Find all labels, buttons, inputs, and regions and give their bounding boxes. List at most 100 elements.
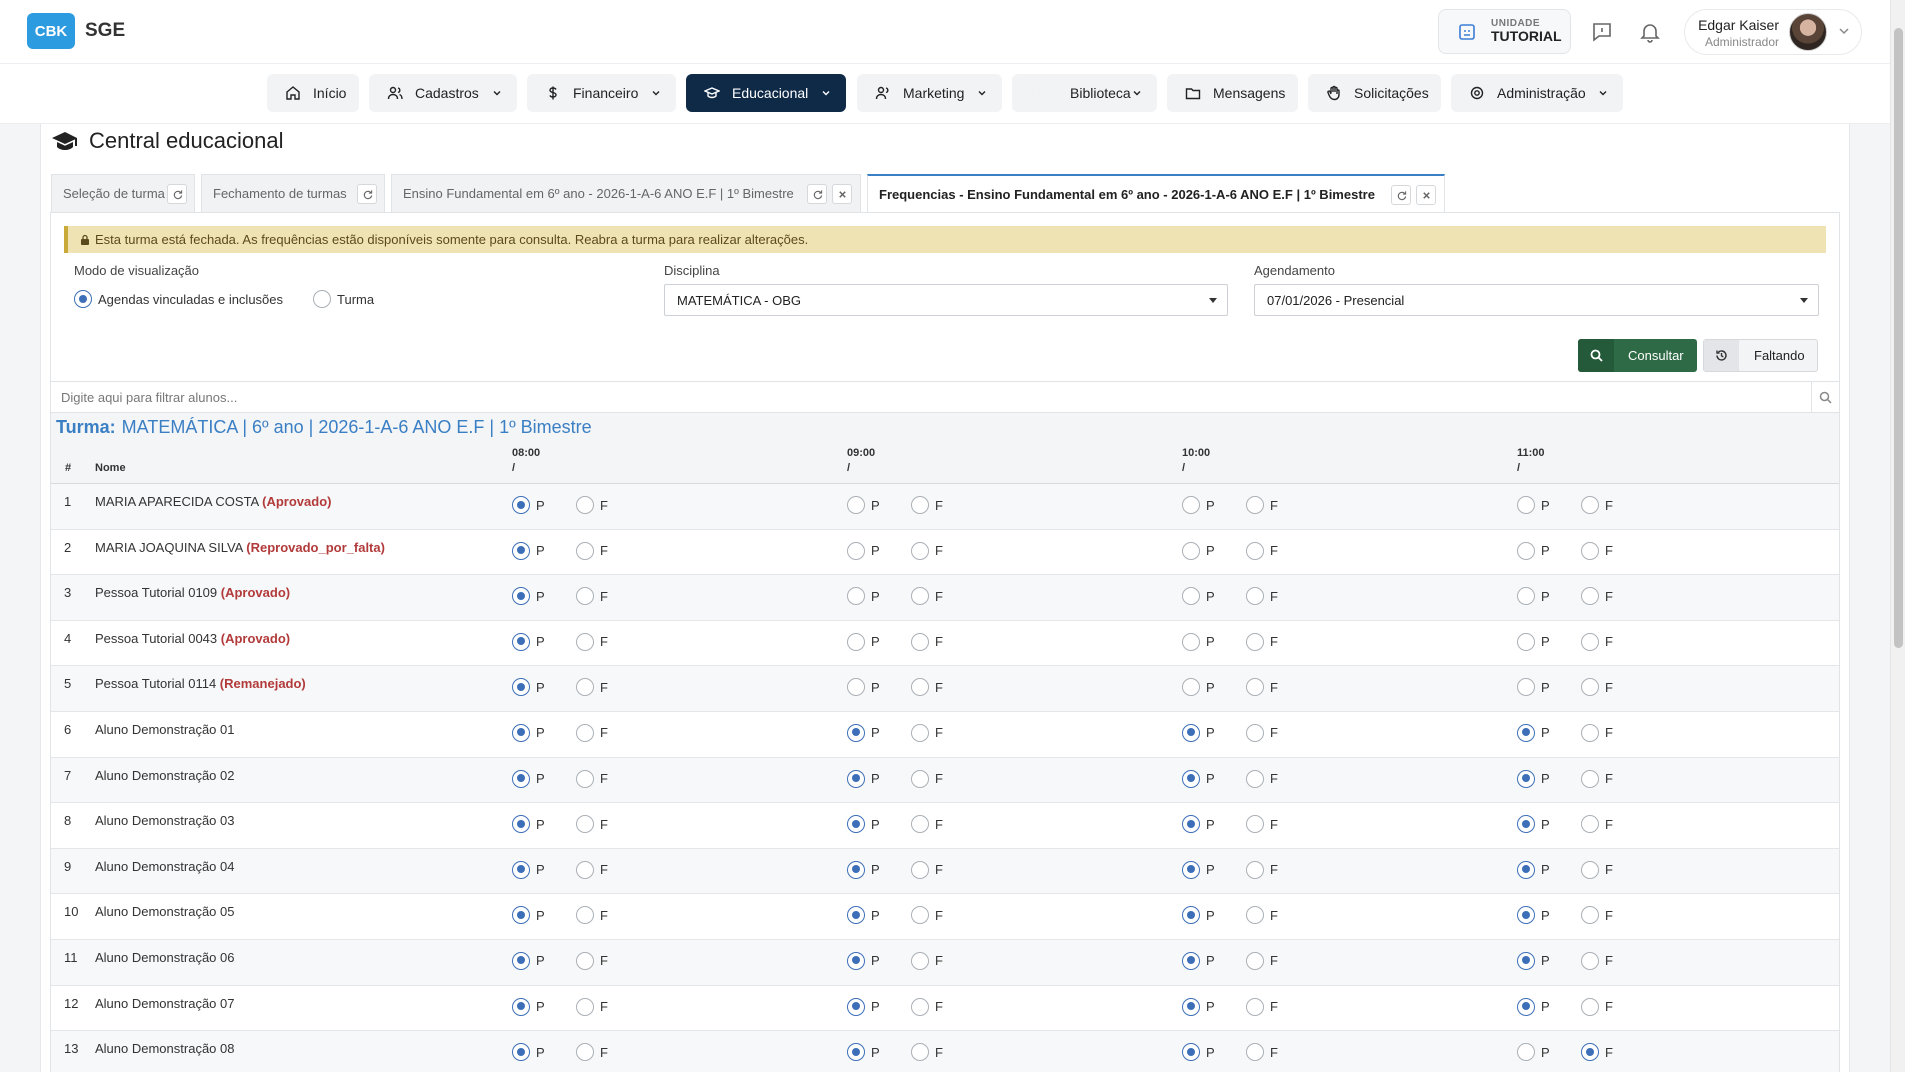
absent-option[interactable]: F: [1581, 815, 1613, 834]
radio-button[interactable]: [1517, 815, 1535, 834]
absent-option[interactable]: F: [1246, 541, 1278, 560]
radio-button[interactable]: [512, 815, 530, 834]
radio-button[interactable]: [1246, 769, 1264, 788]
absent-option[interactable]: F: [1246, 860, 1278, 879]
present-option[interactable]: P: [1517, 997, 1550, 1016]
radio-button[interactable]: [576, 951, 594, 970]
radio-button[interactable]: [847, 906, 865, 925]
radio-button[interactable]: [512, 860, 530, 879]
absent-option[interactable]: F: [1581, 1043, 1613, 1062]
page-scrollbar[interactable]: [1890, 0, 1905, 1072]
view-mode-radio-agendas[interactable]: Agendas vinculadas e inclusões: [74, 290, 283, 308]
absent-option[interactable]: F: [911, 815, 943, 834]
present-option[interactable]: P: [847, 496, 880, 514]
radio-button[interactable]: [512, 769, 530, 788]
radio-button[interactable]: [911, 997, 929, 1016]
radio-button[interactable]: [1517, 769, 1535, 788]
radio-button[interactable]: [1517, 587, 1535, 606]
absent-option[interactable]: F: [576, 1043, 608, 1062]
discipline-select[interactable]: MATEMÁTICA - OBG: [664, 284, 1228, 316]
radio-button[interactable]: [1581, 769, 1599, 788]
radio-button[interactable]: [1182, 906, 1200, 925]
present-option[interactable]: P: [1517, 678, 1550, 697]
absent-option[interactable]: F: [911, 587, 943, 606]
nav-item-cadastros[interactable]: Cadastros: [369, 74, 517, 112]
radio-button[interactable]: [1581, 951, 1599, 970]
radio-button[interactable]: [847, 860, 865, 879]
absent-option[interactable]: F: [576, 496, 608, 514]
radio-button[interactable]: [1517, 1043, 1535, 1062]
radio-button[interactable]: [1182, 1043, 1200, 1062]
absent-option[interactable]: F: [1246, 496, 1278, 514]
radio-button[interactable]: [1246, 906, 1264, 925]
absent-option[interactable]: F: [911, 997, 943, 1016]
absent-option[interactable]: F: [1246, 769, 1278, 788]
radio-button[interactable]: [1246, 723, 1264, 742]
radio-button[interactable]: [1517, 997, 1535, 1016]
absent-option[interactable]: F: [576, 951, 608, 970]
present-option[interactable]: P: [847, 723, 880, 742]
nav-item-solicitacoes[interactable]: Solicitações: [1308, 74, 1441, 112]
absent-option[interactable]: F: [576, 541, 608, 560]
present-option[interactable]: P: [847, 587, 880, 606]
radio-button[interactable]: [512, 587, 530, 606]
nav-item-mensagens[interactable]: Mensagens: [1167, 74, 1298, 112]
radio-button[interactable]: [1581, 587, 1599, 606]
radio-button[interactable]: [576, 541, 594, 560]
absent-option[interactable]: F: [1246, 587, 1278, 606]
radio-button[interactable]: [1246, 587, 1264, 606]
schedule-select[interactable]: 07/01/2026 - Presencial: [1254, 284, 1819, 316]
absent-option[interactable]: F: [1581, 587, 1613, 606]
present-option[interactable]: P: [512, 541, 545, 560]
radio-button[interactable]: [1182, 769, 1200, 788]
radio-button[interactable]: [1581, 541, 1599, 560]
radio-button[interactable]: [847, 951, 865, 970]
absent-option[interactable]: F: [911, 541, 943, 560]
radio-button[interactable]: [847, 496, 865, 514]
absent-option[interactable]: F: [1246, 632, 1278, 651]
radio-button[interactable]: [1182, 587, 1200, 606]
absent-option[interactable]: F: [1246, 906, 1278, 925]
radio-button[interactable]: [911, 541, 929, 560]
absent-option[interactable]: F: [1246, 723, 1278, 742]
absent-option[interactable]: F: [1581, 541, 1613, 560]
tab-selecao-turma[interactable]: Seleção de turma: [51, 174, 195, 212]
radio-button[interactable]: [911, 860, 929, 879]
radio-button[interactable]: [847, 587, 865, 606]
radio-button[interactable]: [1581, 723, 1599, 742]
present-option[interactable]: P: [512, 678, 545, 697]
radio-button[interactable]: [576, 815, 594, 834]
chat-icon[interactable]: [1590, 20, 1614, 44]
nav-item-biblioteca[interactable]: Biblioteca: [1012, 74, 1157, 112]
radio-button[interactable]: [911, 1043, 929, 1062]
absent-option[interactable]: F: [1581, 860, 1613, 879]
radio-button[interactable]: [1517, 860, 1535, 879]
unit-selector[interactable]: UNIDADE TUTORIAL: [1438, 9, 1571, 54]
absent-option[interactable]: F: [1581, 769, 1613, 788]
absent-option[interactable]: F: [911, 632, 943, 651]
radio-button[interactable]: [1581, 632, 1599, 651]
radio-button[interactable]: [1182, 951, 1200, 970]
radio-button[interactable]: [576, 997, 594, 1016]
radio-button[interactable]: [847, 997, 865, 1016]
absent-option[interactable]: F: [911, 496, 943, 514]
radio-button[interactable]: [911, 951, 929, 970]
radio-button[interactable]: [1182, 815, 1200, 834]
refresh-tab-button[interactable]: [807, 184, 827, 204]
radio-button[interactable]: [847, 815, 865, 834]
absent-option[interactable]: F: [1246, 1043, 1278, 1062]
present-option[interactable]: P: [847, 860, 880, 879]
radio-button[interactable]: [1246, 997, 1264, 1016]
present-option[interactable]: P: [847, 632, 880, 651]
radio-button[interactable]: [313, 290, 331, 308]
radio-button[interactable]: [1182, 632, 1200, 651]
present-option[interactable]: P: [1182, 951, 1215, 970]
absent-option[interactable]: F: [576, 997, 608, 1016]
absent-option[interactable]: F: [576, 906, 608, 925]
radio-button[interactable]: [1581, 815, 1599, 834]
close-tab-button[interactable]: [1416, 185, 1436, 205]
radio-button[interactable]: [576, 632, 594, 651]
present-option[interactable]: P: [1182, 815, 1215, 834]
radio-button[interactable]: [1182, 496, 1200, 514]
absent-option[interactable]: F: [1581, 632, 1613, 651]
